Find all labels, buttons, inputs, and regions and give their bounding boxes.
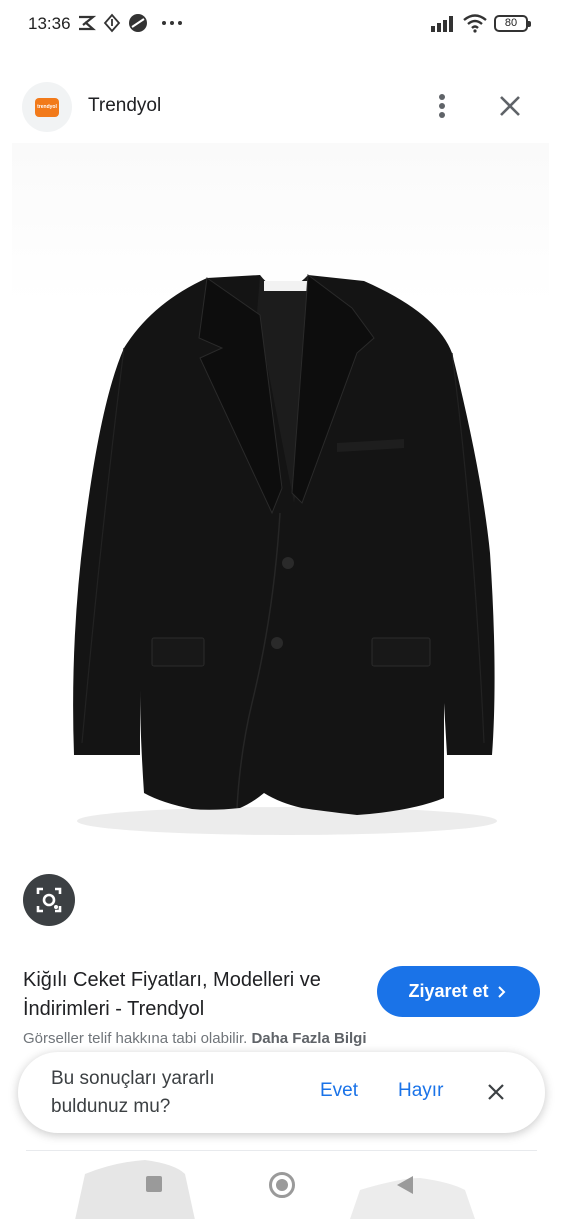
feedback-yes-button[interactable]: Evet: [320, 1080, 358, 1102]
lens-icon: [36, 887, 62, 913]
image-viewer[interactable]: [12, 143, 549, 948]
more-vertical-icon[interactable]: [424, 88, 460, 124]
visit-button[interactable]: Ziyaret et: [377, 966, 540, 1017]
circle-icon: [129, 14, 147, 32]
status-bar: 13:36 80: [0, 0, 563, 48]
visit-button-label: Ziyaret et: [408, 981, 489, 1001]
recent-icon[interactable]: [146, 1176, 162, 1192]
wifi-icon: [463, 14, 487, 33]
copyright-text: Görseller telif hakkına tabi olabilir.: [23, 1030, 248, 1047]
more-info-link[interactable]: Daha Fazla Bilgi: [251, 1030, 366, 1047]
feedback-card: Bu sonuçları yararlı buldunuz mu? Evet H…: [18, 1052, 545, 1133]
chevron-right-icon: [497, 985, 505, 998]
feedback-no-button[interactable]: Hayır: [398, 1080, 443, 1102]
divider: [26, 1150, 537, 1151]
result-title[interactable]: Kiğılı Ceket Fiyatları, Modelleri ve İnd…: [23, 966, 353, 1024]
page-header: trendyol Trendyol: [0, 80, 563, 132]
home-icon[interactable]: [269, 1172, 295, 1198]
status-time: 13:36: [28, 14, 71, 33]
close-icon[interactable]: [484, 1080, 508, 1104]
arrow-icon: [103, 13, 121, 33]
back-icon[interactable]: [397, 1176, 413, 1194]
lens-button[interactable]: [23, 874, 75, 926]
jacket-image: [73, 274, 497, 835]
scissors-icon: [79, 15, 96, 31]
related-image-thumbnail[interactable]: [55, 1160, 205, 1219]
site-logo[interactable]: trendyol: [22, 82, 72, 132]
site-name[interactable]: Trendyol: [88, 95, 161, 117]
site-logo-mark: trendyol: [35, 98, 59, 117]
copyright-notice: Görseller telif hakkına tabi olabilir. D…: [23, 1030, 366, 1047]
signal-icon: [431, 16, 453, 32]
feedback-question: Bu sonuçları yararlı buldunuz mu?: [51, 1068, 215, 1117]
battery-icon: 80: [494, 15, 531, 32]
more-icon: [162, 21, 182, 25]
navigation-bar: [0, 1152, 563, 1219]
close-icon[interactable]: [492, 88, 528, 124]
